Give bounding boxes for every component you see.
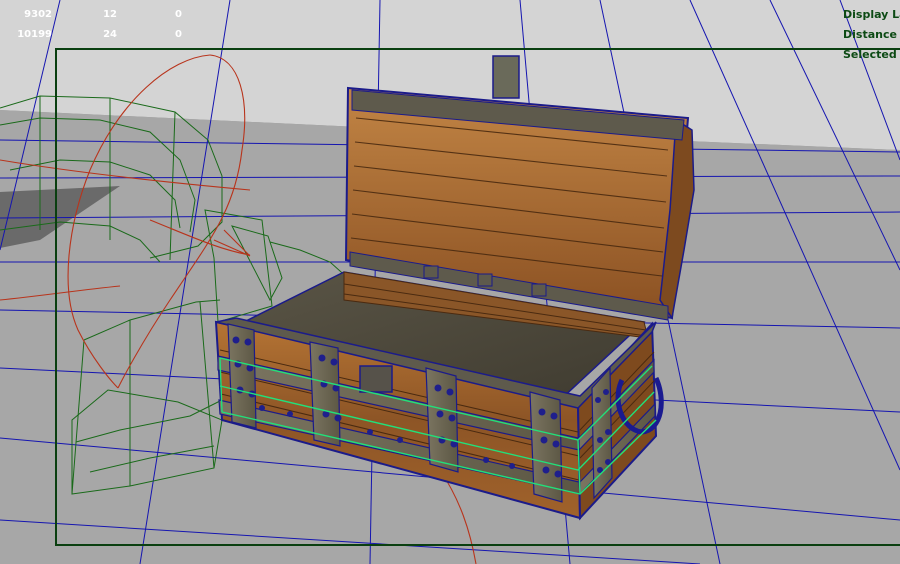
poly-stat-a-row2: 10199	[17, 29, 52, 40]
headsup-distance: Distance F	[843, 28, 900, 41]
headsup-selected: Selected C	[843, 48, 900, 61]
scene-canvas[interactable]	[0, 0, 900, 564]
poly-stat-b-row1: 12	[103, 9, 117, 20]
lock-plate	[359, 365, 393, 393]
lid-hinge-tab	[492, 55, 520, 99]
poly-stat-c-row2: 0	[175, 29, 182, 40]
poly-stat-c-row1: 0	[175, 9, 182, 20]
maya-viewport[interactable]: 9302 12 0 10199 24 0 Display Lay Distanc…	[0, 0, 900, 564]
poly-stat-a-row1: 9302	[24, 9, 52, 20]
headsup-display-layer: Display Lay	[843, 8, 900, 21]
poly-stat-b-row2: 24	[103, 29, 117, 40]
